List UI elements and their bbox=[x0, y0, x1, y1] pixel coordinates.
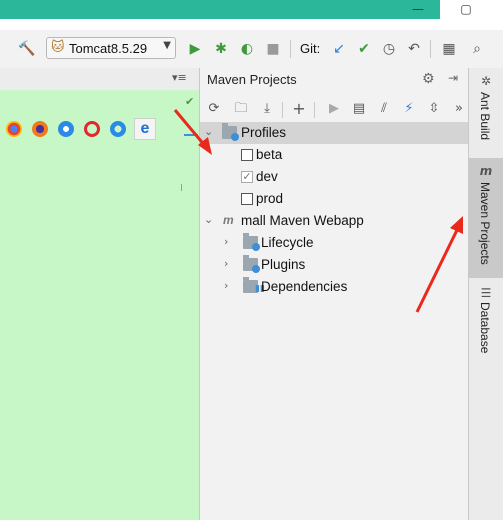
database-icon: ☰ bbox=[480, 286, 492, 300]
chevron-down-icon: ▼ bbox=[163, 40, 171, 51]
profile-label: prod bbox=[256, 191, 284, 206]
opera-icon[interactable] bbox=[84, 121, 100, 137]
git-label: Git: bbox=[300, 41, 321, 56]
maven-module-icon: m bbox=[223, 213, 234, 227]
editor-area[interactable]: e ✔ bbox=[0, 90, 199, 520]
git-commit-icon[interactable]: ✔ bbox=[355, 40, 373, 58]
toolbar-divider bbox=[314, 102, 315, 118]
tab-label: Ant Build bbox=[478, 92, 492, 141]
chevron-right-icon[interactable]: › bbox=[224, 279, 228, 292]
chevron-down-icon[interactable]: ⌄ bbox=[204, 213, 213, 226]
maven-icon: m bbox=[479, 164, 493, 178]
stop-icon[interactable]: ■ bbox=[264, 40, 282, 58]
run-goal-icon[interactable]: ▶ bbox=[325, 100, 343, 118]
profile-row-prod[interactable]: prod bbox=[200, 188, 469, 210]
run-configuration-label: Tomcat8.5.29 bbox=[69, 41, 148, 56]
tree-node-lifecycle[interactable]: › Lifecycle bbox=[200, 232, 469, 254]
profile-checkbox-prod[interactable] bbox=[241, 193, 253, 205]
tree-node-label: Dependencies bbox=[261, 279, 348, 294]
profile-label: beta bbox=[256, 147, 283, 162]
toolbar-divider bbox=[290, 40, 291, 58]
tree-node-label: mall Maven Webapp bbox=[241, 213, 364, 228]
maximize-icon[interactable]: ▢ bbox=[455, 0, 477, 19]
tree-node-label: Lifecycle bbox=[261, 235, 314, 250]
project-structure-icon[interactable]: ▦ bbox=[440, 40, 458, 58]
panel-title: Maven Projects bbox=[207, 72, 297, 87]
tab-label: Database bbox=[478, 302, 492, 354]
minimize-icon[interactable]: — bbox=[407, 0, 429, 19]
run-configuration-select[interactable]: 🐱 Tomcat8.5.29 ▼ bbox=[46, 37, 176, 59]
tree-node-dependencies[interactable]: › ▮▮ Dependencies bbox=[200, 276, 469, 298]
firefox-icon[interactable] bbox=[32, 121, 48, 137]
git-revert-icon[interactable]: ↶ bbox=[405, 40, 423, 58]
tree-node-label: Profiles bbox=[241, 125, 287, 140]
add-project-icon[interactable]: + bbox=[290, 100, 308, 118]
generate-sources-icon[interactable]: 🗀 bbox=[232, 100, 250, 118]
tab-list-icon[interactable]: ▾≡ bbox=[172, 71, 187, 84]
reimport-icon[interactable]: ⟳ bbox=[205, 100, 223, 118]
git-history-icon[interactable]: ◷ bbox=[380, 40, 398, 58]
title-bar-accent bbox=[0, 0, 440, 19]
profile-checkbox-beta[interactable] bbox=[241, 149, 253, 161]
tree-node-project[interactable]: ⌄ m mall Maven Webapp bbox=[200, 210, 469, 232]
internet-explorer-icon[interactable] bbox=[110, 121, 126, 137]
tree-node-plugins[interactable]: › Plugins bbox=[200, 254, 469, 276]
offline-mode-icon[interactable]: ⚡ bbox=[400, 100, 418, 118]
run-configurations-icon[interactable]: ▤ bbox=[350, 100, 368, 118]
plugins-folder-icon bbox=[243, 255, 260, 273]
tab-ant-build[interactable]: ✲ Ant Build bbox=[469, 68, 503, 146]
scroll-marker bbox=[181, 184, 182, 191]
tool-window-strip: ✲ Ant Build m Maven Projects ☰ Database bbox=[468, 68, 503, 520]
collapse-all-icon[interactable]: ⇳ bbox=[425, 100, 443, 118]
editor-tab-header: ▾≡ bbox=[0, 68, 199, 91]
inspection-ok-icon: ✔ bbox=[185, 95, 195, 108]
profile-label: dev bbox=[256, 169, 278, 184]
lifecycle-folder-icon bbox=[243, 233, 260, 251]
debug-icon[interactable]: ✱ bbox=[212, 40, 230, 58]
git-update-icon[interactable]: ↙ bbox=[330, 40, 348, 58]
tree-node-label: Plugins bbox=[261, 257, 306, 272]
skip-tests-icon[interactable]: ⫽ bbox=[375, 100, 393, 118]
settings-gear-icon[interactable]: ⚙ bbox=[422, 71, 435, 87]
coverage-icon[interactable]: ◐ bbox=[238, 40, 256, 58]
tab-maven-projects[interactable]: m Maven Projects bbox=[469, 158, 503, 278]
more-icon[interactable]: » bbox=[450, 100, 468, 118]
chevron-right-icon[interactable]: › bbox=[224, 235, 228, 248]
profile-row-beta[interactable]: beta bbox=[200, 144, 469, 166]
build-hammer-icon[interactable]: 🔨 bbox=[18, 40, 36, 58]
maven-projects-panel: Maven Projects ⚙ ⇥ ⟳ 🗀 ⤓ + ▶ ▤ ⫽ ⚡ ⇳ » ⌄… bbox=[199, 68, 469, 520]
hide-panel-icon[interactable]: ⇥ bbox=[448, 71, 458, 85]
tab-label: Maven Projects bbox=[478, 182, 492, 265]
chrome-icon[interactable] bbox=[6, 121, 22, 137]
tomcat-icon: 🐱 bbox=[51, 40, 65, 55]
fold-marker bbox=[184, 134, 198, 136]
chevron-right-icon[interactable]: › bbox=[224, 257, 228, 270]
chevron-down-icon[interactable]: ⌄ bbox=[204, 125, 213, 138]
main-toolbar: 🔨 🐱 Tomcat8.5.29 ▼ ▶ ✱ ◐ ■ Git: ↙ ✔ ◷ ↶ … bbox=[0, 30, 503, 69]
download-icon[interactable]: ⤓ bbox=[258, 100, 276, 118]
edge-icon[interactable]: e bbox=[134, 118, 156, 140]
window-title-bar: — ▢ bbox=[0, 0, 503, 30]
tab-database[interactable]: ☰ Database bbox=[469, 280, 503, 360]
run-icon[interactable]: ▶ bbox=[186, 40, 204, 58]
toolbar-divider bbox=[430, 40, 431, 58]
safari-icon[interactable] bbox=[58, 121, 74, 137]
profile-row-dev[interactable]: ✓ dev bbox=[200, 166, 469, 188]
toolbar-divider bbox=[282, 102, 283, 118]
profiles-folder-icon bbox=[222, 123, 239, 141]
search-icon[interactable]: ⌕ bbox=[468, 40, 486, 58]
ant-icon: ✲ bbox=[480, 74, 492, 88]
profile-checkbox-dev[interactable]: ✓ bbox=[241, 171, 253, 183]
tree-node-profiles[interactable]: ⌄ Profiles bbox=[200, 122, 469, 144]
